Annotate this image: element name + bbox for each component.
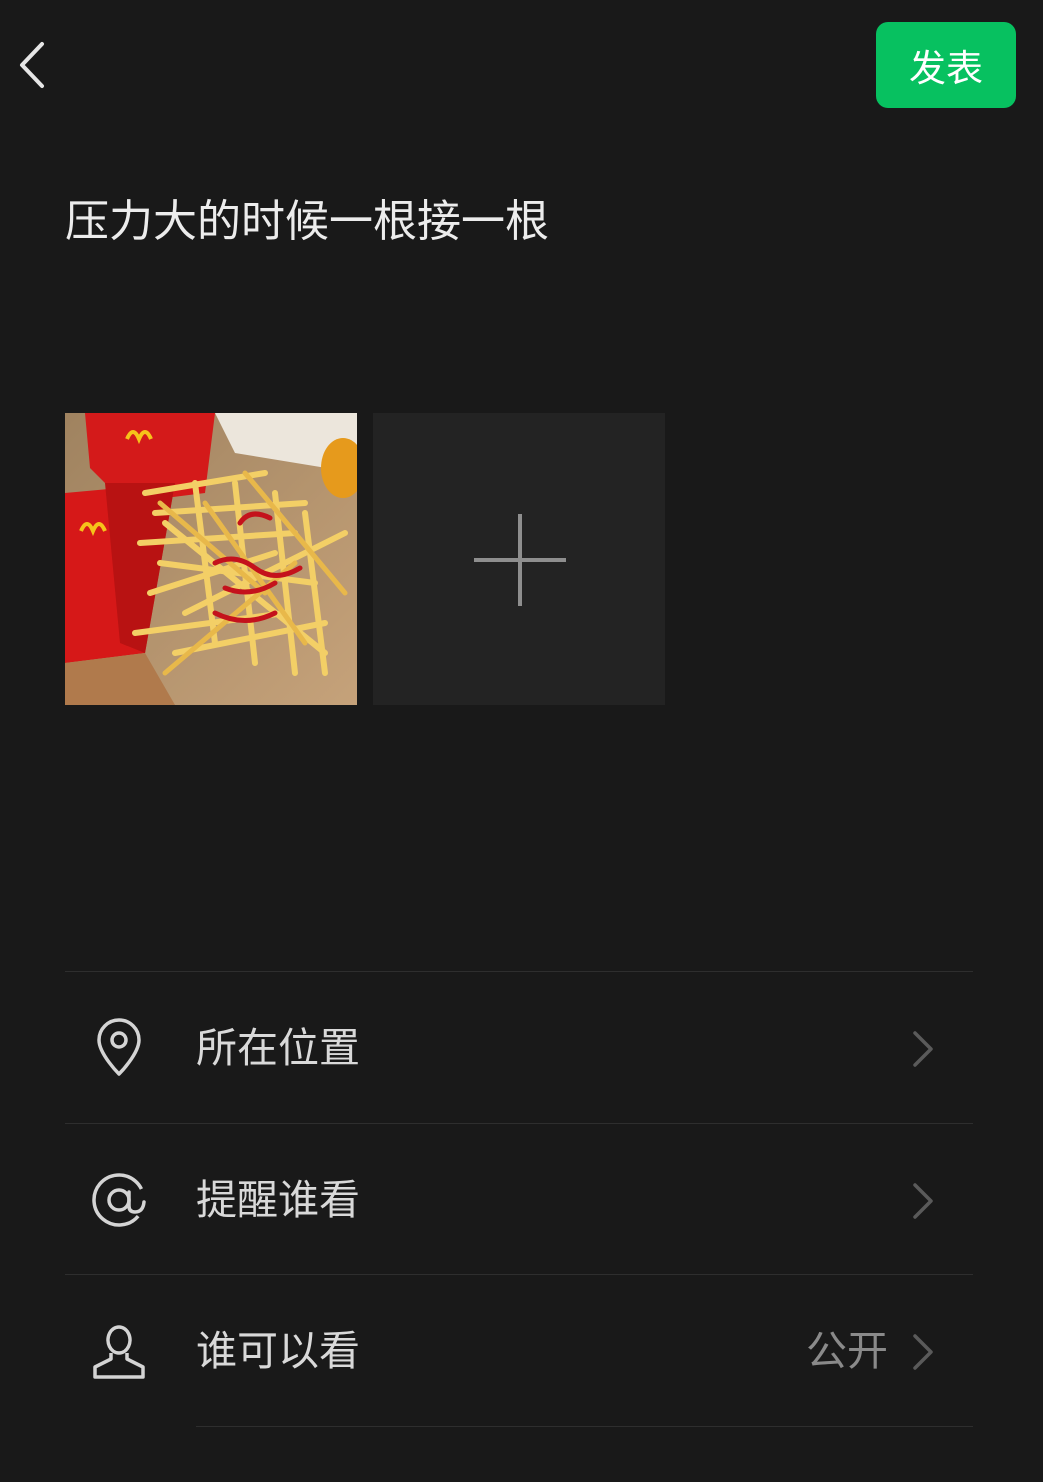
attached-photo[interactable] xyxy=(65,413,357,705)
at-sign-icon xyxy=(92,1173,146,1227)
option-mention[interactable]: 提醒谁看 xyxy=(65,1124,973,1274)
option-label: 谁可以看 xyxy=(196,1327,360,1375)
chevron-right-icon xyxy=(913,1031,933,1067)
fries-photo-image xyxy=(65,413,357,705)
location-pin-icon xyxy=(97,1018,141,1076)
back-button[interactable] xyxy=(8,32,58,98)
add-photo-button[interactable] xyxy=(373,413,665,705)
chevron-right-icon xyxy=(913,1183,933,1219)
post-text-input[interactable]: 压力大的时候一根接一根 xyxy=(65,190,965,254)
option-label: 提醒谁看 xyxy=(196,1176,360,1224)
divider xyxy=(196,1426,973,1427)
option-location[interactable]: 所在位置 xyxy=(65,972,973,1122)
plus-icon xyxy=(474,514,566,606)
option-label: 所在位置 xyxy=(196,1024,360,1072)
chevron-left-icon xyxy=(20,42,44,88)
chevron-right-icon xyxy=(913,1334,933,1370)
person-icon xyxy=(93,1325,145,1379)
publish-button-label: 发表 xyxy=(909,47,983,90)
option-visibility[interactable]: 谁可以看 公开 xyxy=(65,1275,973,1425)
option-value: 公开 xyxy=(806,1327,888,1375)
publish-button[interactable]: 发表 xyxy=(876,22,1016,108)
